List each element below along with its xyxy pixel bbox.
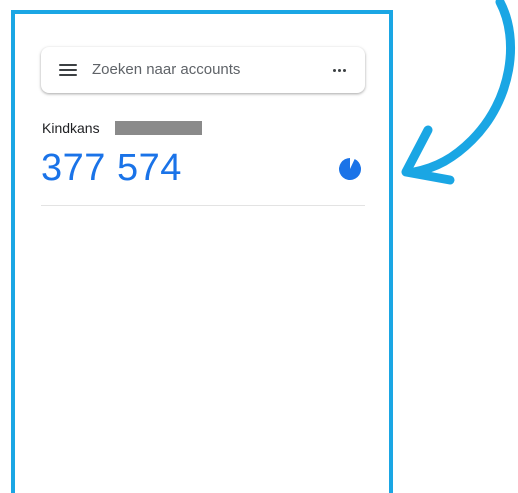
more-horizontal-icon[interactable] [333,69,347,72]
countdown-timer-icon [339,158,361,180]
search-input[interactable]: Zoeken naar accounts [92,61,240,78]
redacted-account-name [115,121,202,135]
arrow-curve [409,0,515,177]
account-divider [41,205,365,206]
screenshot-canvas: Zoeken naar accounts Kindkans 377 574 [0,0,518,493]
account-issuer-label: Kindkans [42,120,100,136]
hamburger-menu-icon[interactable] [59,64,77,77]
search-bar[interactable]: Zoeken naar accounts [41,47,365,93]
phone-frame: Zoeken naar accounts Kindkans 377 574 [11,10,393,493]
timer-remaining-wedge [339,158,361,180]
arrow-head [401,125,455,185]
pointer-arrow-icon [401,0,515,185]
otp-code[interactable]: 377 574 [41,144,182,192]
